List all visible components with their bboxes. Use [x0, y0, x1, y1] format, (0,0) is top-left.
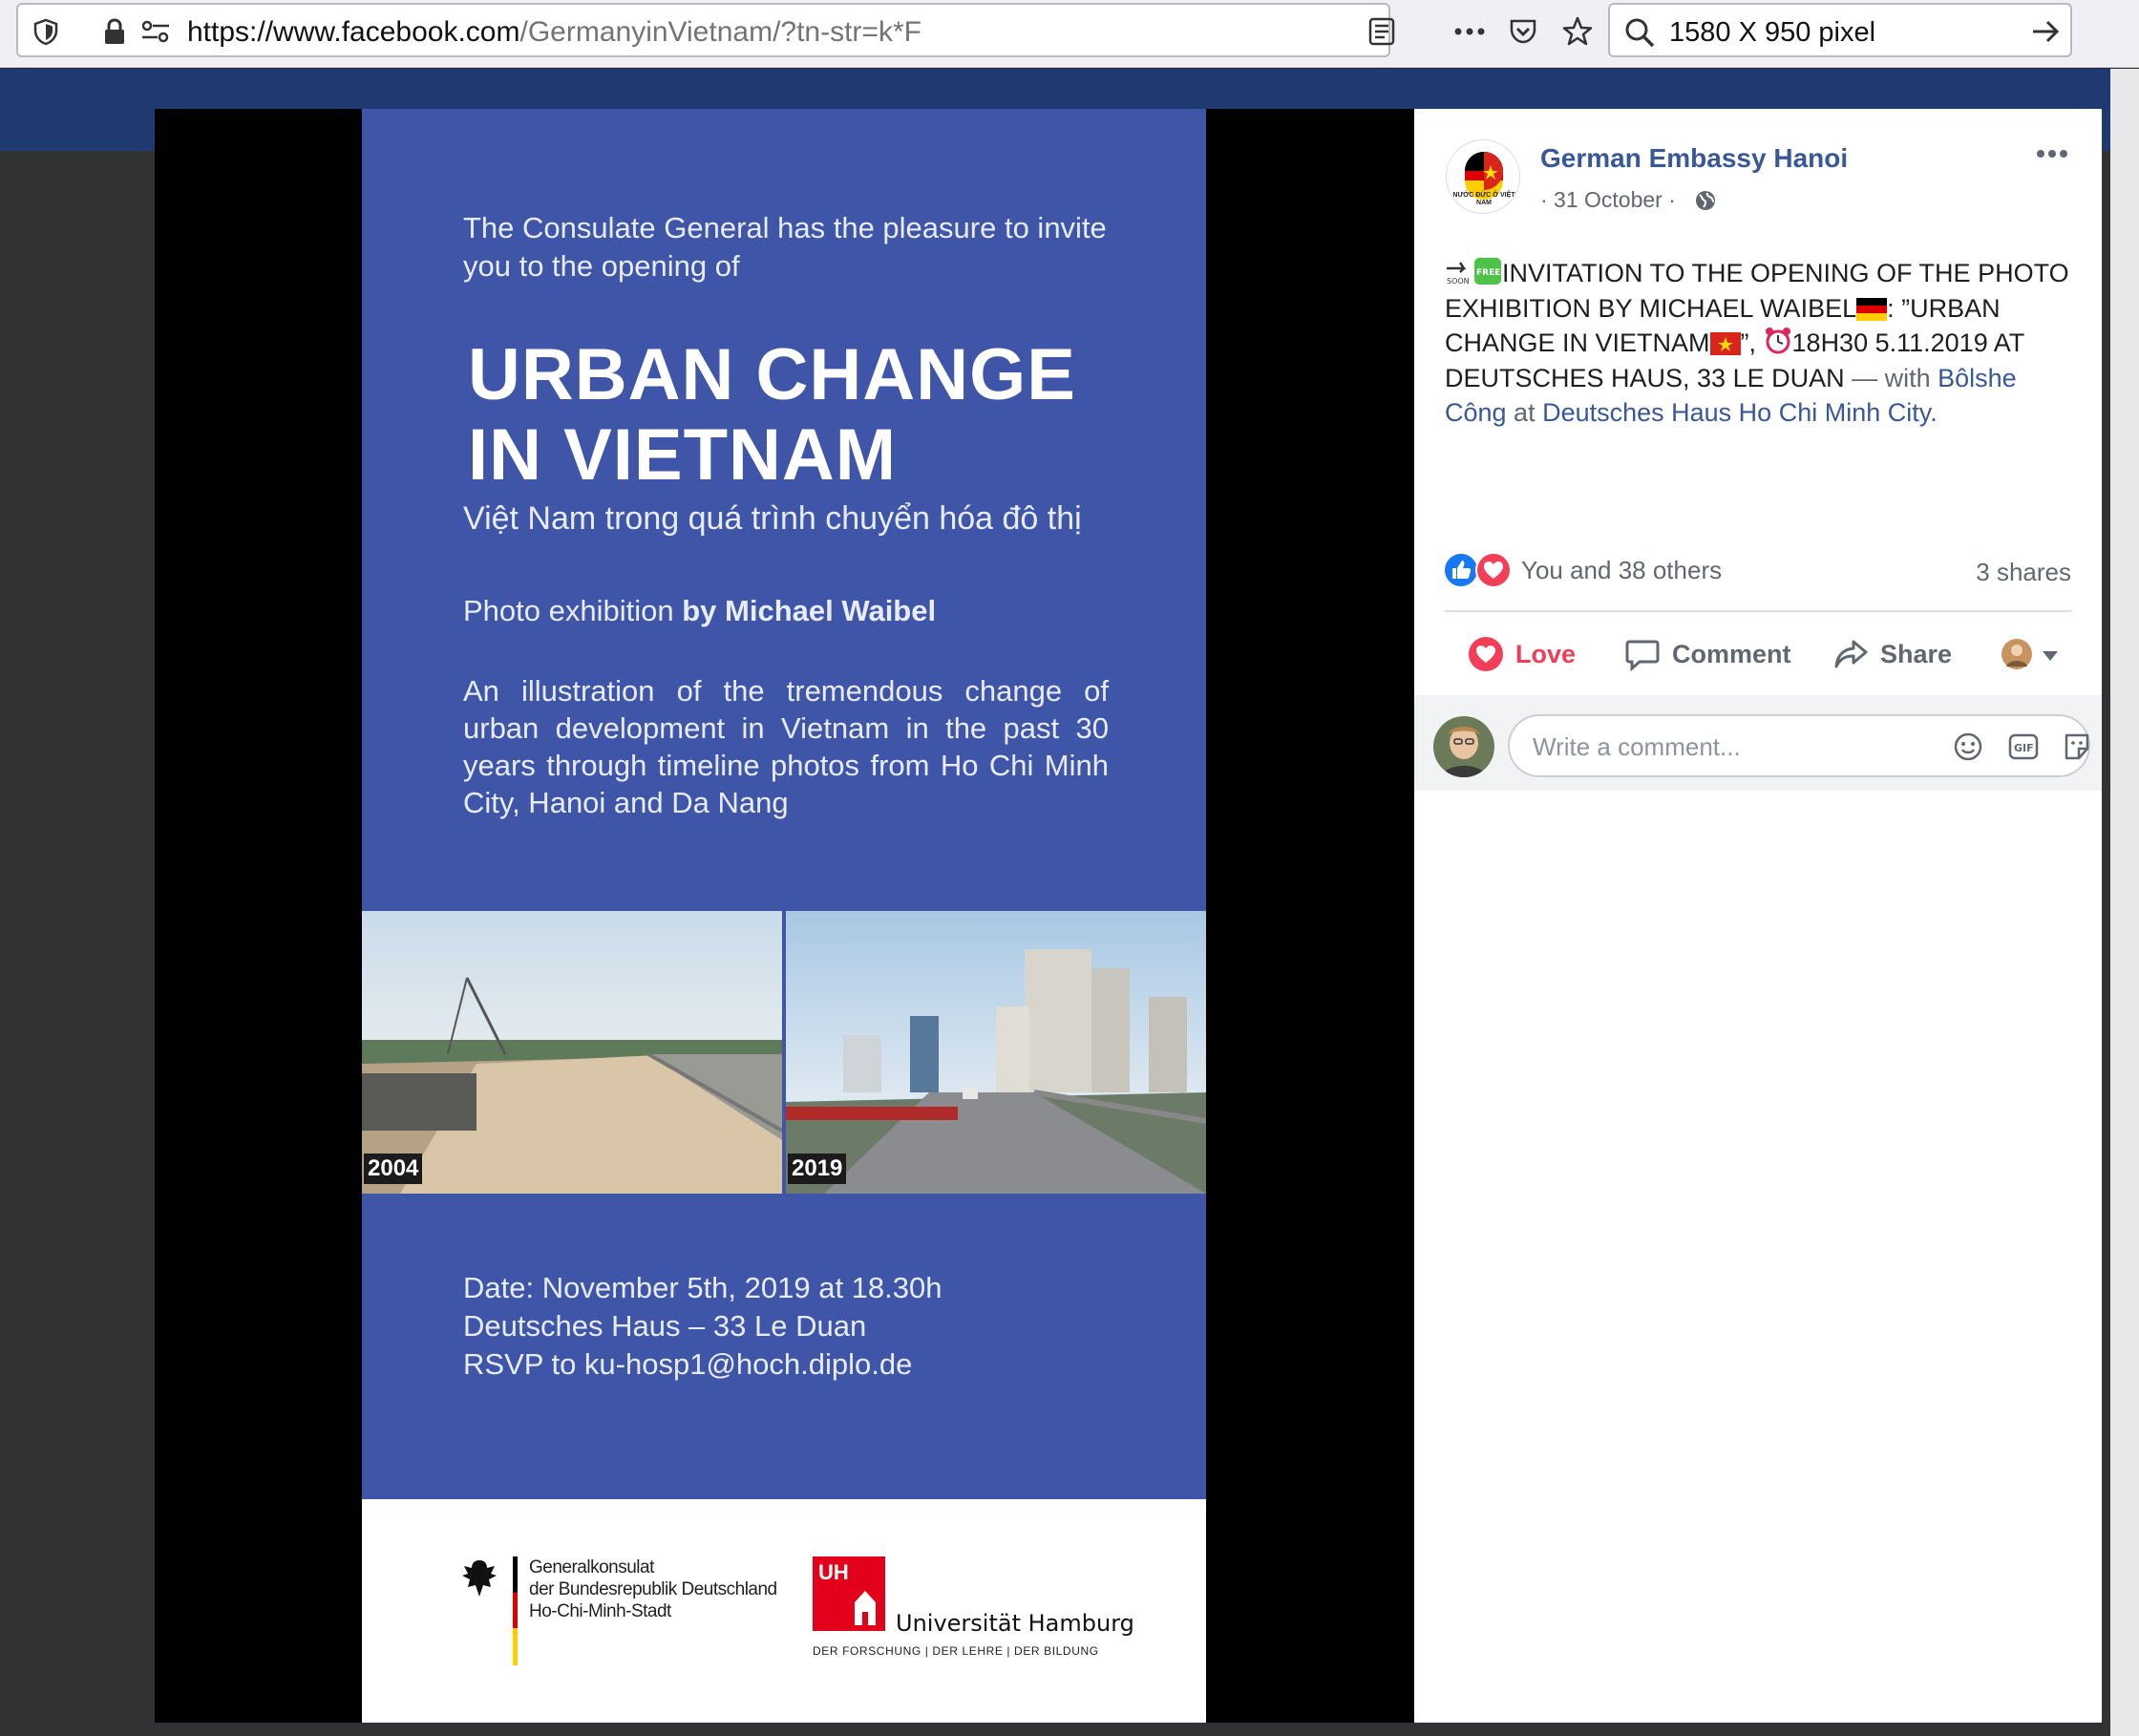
- building-icon: [855, 1591, 876, 1625]
- comment-icon: [1625, 640, 1660, 672]
- reactions-count[interactable]: You and 38 others: [1521, 556, 1722, 585]
- poster-vietnamese-subtitle: Việt Nam trong quá trình chuyển hóa đô t…: [463, 500, 1082, 537]
- comment-button[interactable]: Comment: [1624, 625, 1796, 686]
- sticker-icon[interactable]: [2062, 731, 2092, 762]
- search-go-arrow-icon[interactable]: [2030, 16, 2061, 47]
- post-text-at: at: [1506, 398, 1543, 427]
- svg-text:SOON: SOON: [1447, 277, 1470, 286]
- page-name-link[interactable]: German Embassy Hanoi: [1540, 143, 1848, 174]
- photo-2004: 2004: [362, 911, 782, 1194]
- url-host: https://www.facebook.com: [187, 16, 520, 48]
- federal-eagle-icon: [462, 1560, 497, 1597]
- comment-composer: Write a comment... GIF: [1414, 695, 2102, 791]
- post-text-part3: ”,: [1740, 328, 1764, 357]
- consulate-logo-text: Generalkonsulat der Bundesrepublik Deuts…: [529, 1556, 777, 1622]
- free-emoji-icon: FREE: [1474, 258, 1501, 285]
- lock-icon[interactable]: [102, 18, 127, 45]
- consulate-line1: Generalkonsulat: [529, 1557, 654, 1577]
- post-text-end: .: [1930, 398, 1938, 427]
- comment-input[interactable]: Write a comment... GIF: [1508, 714, 2090, 777]
- url-text[interactable]: https://www.facebook.com/GermanyinVietna…: [187, 16, 921, 49]
- love-icon: [1469, 637, 1503, 671]
- comment-placeholder: Write a comment...: [1533, 732, 1741, 761]
- year-label-2004: 2004: [364, 1154, 423, 1184]
- search-bar[interactable]: 1580 X 950 pixel: [1608, 3, 2072, 57]
- poster-rsvp: RSVP to ku-hosp1@hoch.diplo.de: [463, 1347, 913, 1381]
- bookmark-star-icon[interactable]: [1561, 15, 1594, 48]
- consulate-line3: Ho-Chi-Minh-Stadt: [529, 1601, 671, 1621]
- post-message: SOON FREE INVITATION TO THE OPENING OF THE…: [1445, 256, 2080, 431]
- permissions-icon[interactable]: [140, 18, 171, 45]
- current-user-avatar[interactable]: [1433, 716, 1494, 777]
- poster-description: An illustration of the tremendous change…: [463, 674, 1109, 819]
- page-avatar-caption: NƯỚC ĐỨC Ở VIỆT NAM: [1452, 192, 1515, 206]
- svg-text:FREE: FREE: [1476, 268, 1500, 278]
- poster-photo-prefix: Photo exhibition: [463, 594, 674, 627]
- poster-title-line2: IN VIETNAM: [468, 414, 898, 496]
- photo-2019: 2019: [786, 911, 1206, 1194]
- poster-date: Date: November 5th, 2019 at 18.30h: [463, 1271, 942, 1304]
- poster-photo-author: by Michael Waibel: [682, 594, 937, 627]
- share-icon: [1834, 640, 1868, 668]
- poster-title-line1: URBAN CHANGE: [468, 334, 1076, 415]
- share-label: Share: [1880, 640, 1953, 668]
- vietnam-flag-emoji-icon: [1709, 332, 1741, 355]
- gif-icon[interactable]: GIF: [2008, 731, 2039, 762]
- love-label: Love: [1515, 640, 1577, 668]
- poster-event-details: Date: November 5th, 2019 at 18.30h Deuts…: [463, 1269, 942, 1384]
- user-photo-icon: [1433, 716, 1494, 777]
- reader-view-icon[interactable]: [1368, 17, 1395, 46]
- react-as-selector[interactable]: [1999, 625, 2065, 686]
- page-scrollbar[interactable]: [2110, 69, 2139, 1736]
- like-reaction-icon[interactable]: [1443, 552, 1479, 588]
- page-actions-icon[interactable]: [1451, 17, 1489, 46]
- svg-text:GIF: GIF: [2014, 742, 2034, 754]
- search-icon: [1625, 18, 1655, 48]
- love-reaction-icon[interactable]: [1475, 552, 1512, 588]
- construction-site-illustration: [362, 911, 782, 1194]
- poster-title: URBAN CHANGE IN VIETNAM: [468, 335, 1076, 496]
- comment-label: Comment: [1672, 640, 1791, 668]
- year-label-2019: 2019: [788, 1154, 847, 1184]
- url-path: /GermanyinVietnam/?tn-str=k*F: [519, 16, 921, 48]
- poster-venue: Deutsches Haus – 33 Le Duan: [463, 1309, 867, 1343]
- post-options-icon[interactable]: [2035, 147, 2069, 160]
- university-name: Universität Hamburg: [896, 1610, 1134, 1637]
- emoji-icon[interactable]: [1953, 731, 1983, 762]
- shares-count[interactable]: 3 shares: [1976, 558, 2071, 587]
- tracking-shield-icon[interactable]: [32, 17, 60, 46]
- poster-invite-text: The Consulate General has the pleasure t…: [463, 211, 1107, 283]
- modern-city-road-illustration: [786, 911, 1206, 1194]
- uhh-logo: UH: [813, 1556, 885, 1631]
- soon-arrow-emoji-icon: SOON: [1447, 262, 1470, 286]
- share-button[interactable]: Share: [1832, 625, 1966, 686]
- post-text-with: — with: [1844, 363, 1938, 392]
- consulate-line2: der Bundesrepublik Deutschland: [529, 1579, 777, 1599]
- poster-photo-credit: Photo exhibition by Michael Waibel: [463, 594, 936, 628]
- post-photo[interactable]: The Consulate General has the pleasure t…: [362, 109, 1206, 1723]
- globe-public-icon: [1696, 191, 1715, 210]
- germany-flag-emoji-icon: [1856, 297, 1888, 321]
- uhh-logo-abbr: UH: [818, 1560, 849, 1584]
- chevron-down-icon: [2043, 651, 2058, 661]
- love-button[interactable]: Love: [1468, 625, 1601, 686]
- user-avatar-small-icon: [2001, 639, 2032, 669]
- actions-divider: [1445, 610, 2071, 612]
- university-tagline: DER FORSCHUNG | DER LEHRE | DER BILDUNG: [813, 1644, 1099, 1658]
- poster-photo-comparison: 2004 2019: [362, 911, 1206, 1194]
- post-details-panel: NƯỚC ĐỨC Ở VIỆT NAM German Embassy Hanoi…: [1414, 109, 2102, 1723]
- german-flag-bar: [513, 1556, 518, 1665]
- browser-toolbar: https://www.facebook.com/GermanyinVietna…: [0, 0, 2139, 68]
- post-timestamp[interactable]: · 31 October ·: [1540, 187, 1676, 213]
- page-avatar[interactable]: NƯỚC ĐỨC Ở VIỆT NAM: [1446, 139, 1520, 214]
- url-bar[interactable]: https://www.facebook.com/GermanyinVietna…: [16, 3, 1593, 57]
- pocket-icon[interactable]: [1508, 16, 1538, 47]
- poster-logos-footer: Generalkonsulat der Bundesrepublik Deuts…: [362, 1499, 1206, 1723]
- tagged-place-link[interactable]: Deutsches Haus Ho Chi Minh City: [1542, 398, 1930, 427]
- search-query[interactable]: 1580 X 950 pixel: [1669, 17, 1875, 49]
- alarm-clock-emoji-icon: [1765, 328, 1790, 354]
